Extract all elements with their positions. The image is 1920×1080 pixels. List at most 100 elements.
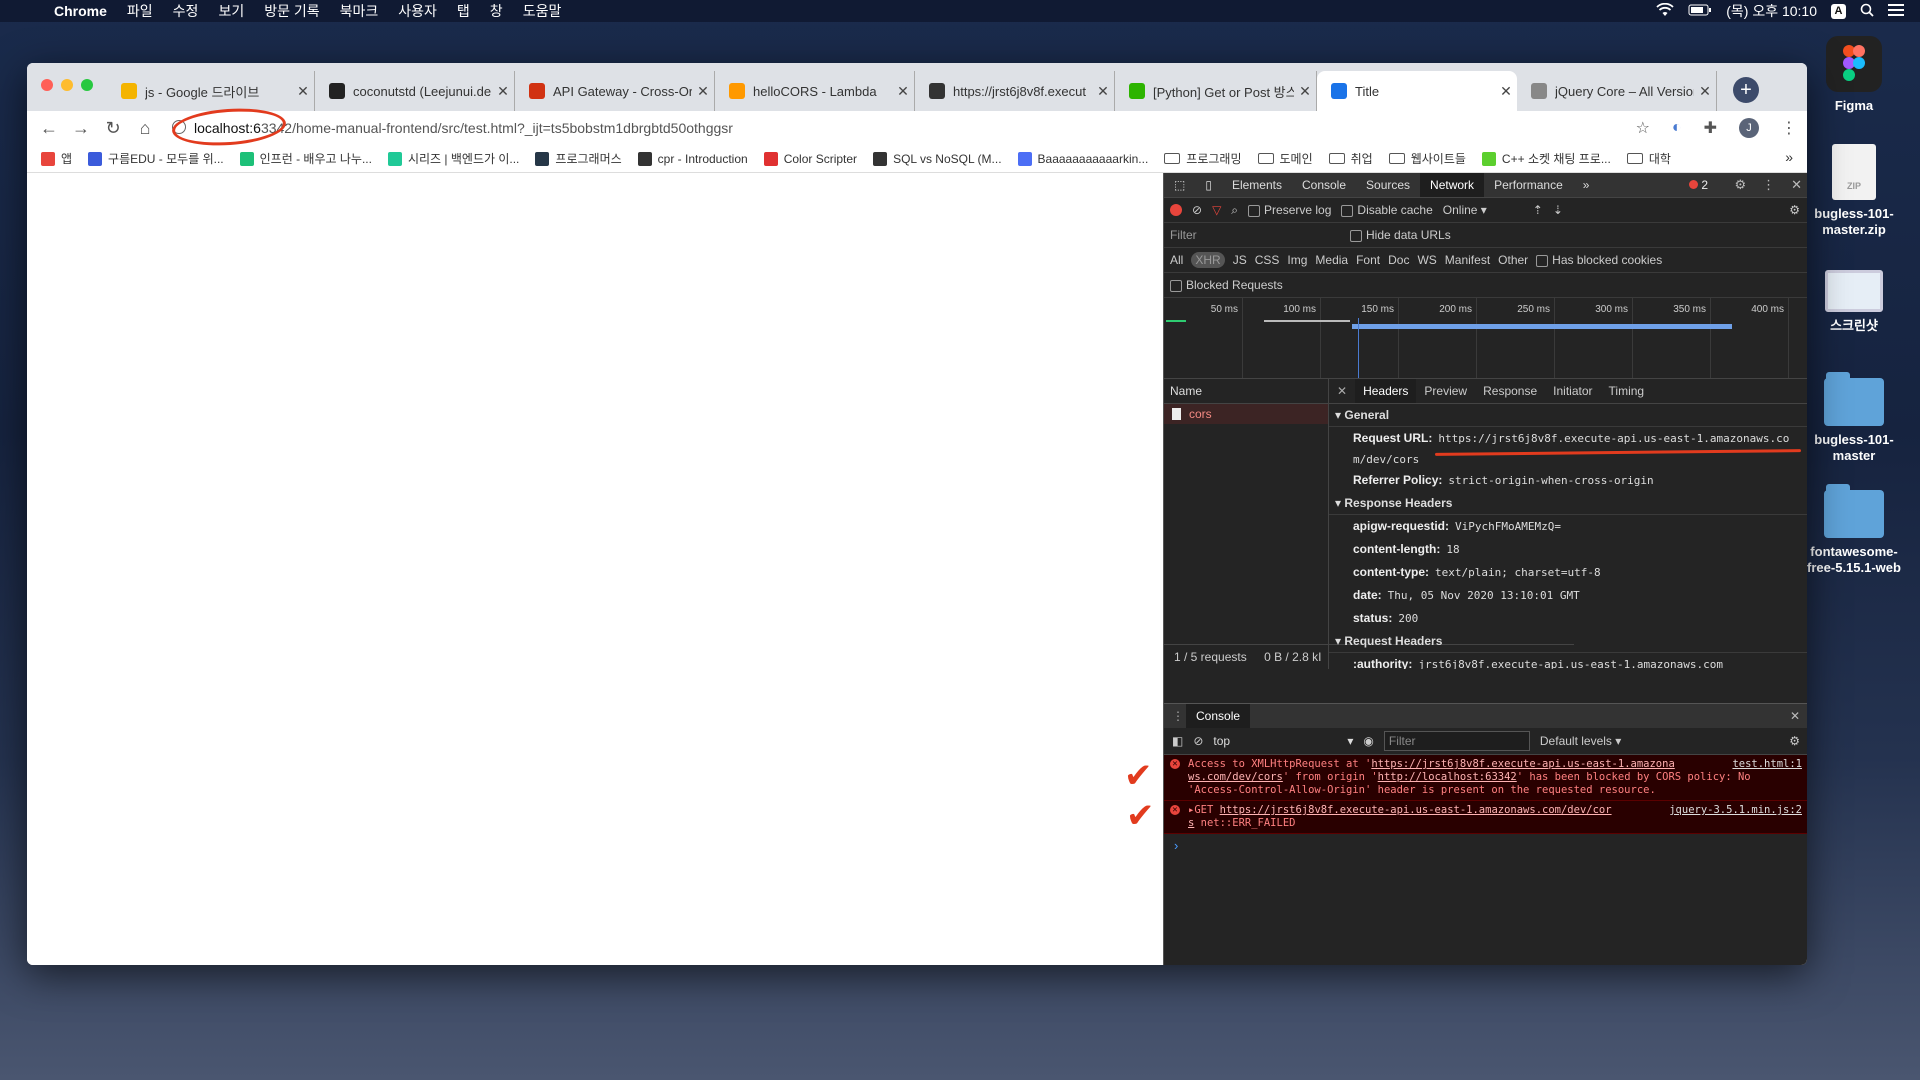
zoom-window-button[interactable] <box>81 79 93 91</box>
drawer-menu-icon[interactable]: ⋮ <box>1172 709 1184 723</box>
close-tab-icon[interactable]: ✕ <box>292 83 314 100</box>
menu-file[interactable]: 파일 <box>127 1 153 21</box>
tab-performance[interactable]: Performance <box>1484 173 1573 197</box>
search-icon[interactable]: ⌕ <box>1231 203 1238 218</box>
network-settings-icon[interactable]: ⚙ <box>1789 203 1800 217</box>
browser-tab[interactable]: API Gateway - Cross-Or ✕ <box>515 71 715 111</box>
bookmark-item[interactable]: 대학 <box>1626 150 1671 167</box>
blocked-requests-checkbox[interactable]: Blocked Requests <box>1170 278 1283 292</box>
device-toolbar-icon[interactable]: ▯ <box>1195 173 1222 197</box>
browser-tab[interactable]: [Python] Get or Post 방스 ✕ <box>1115 71 1317 111</box>
bookmark-item[interactable]: cpr - Introduction <box>637 151 748 166</box>
spotlight-search-icon[interactable] <box>1860 3 1874 20</box>
type-filter-all[interactable]: All <box>1170 253 1183 267</box>
preserve-log-checkbox[interactable]: Preserve log <box>1248 203 1331 217</box>
record-icon[interactable] <box>1170 204 1182 216</box>
console-filter-input[interactable]: Filter <box>1383 731 1530 751</box>
close-tab-icon[interactable]: ✕ <box>892 83 914 100</box>
bookmark-item[interactable]: 프로그래머스 <box>535 150 622 167</box>
close-tab-icon[interactable]: ✕ <box>1092 83 1114 100</box>
browser-tab[interactable]: Title ✕ <box>1317 71 1517 111</box>
desktop-icon-zip[interactable]: ZIP bugless-101-master.zip <box>1804 144 1904 238</box>
minimize-window-button[interactable] <box>61 79 73 91</box>
console-error-failed[interactable]: ✕ jquery-3.5.1.min.js:2 ▸GET https://jrs… <box>1164 801 1807 834</box>
export-har-icon[interactable]: ⇣ <box>1553 203 1563 217</box>
bookmark-item[interactable]: 프로그래밍 <box>1164 150 1242 167</box>
close-tab-icon[interactable]: ✕ <box>1694 83 1716 100</box>
disable-cache-checkbox[interactable]: Disable cache <box>1341 203 1433 217</box>
type-filter-font[interactable]: Font <box>1356 253 1380 267</box>
bookmark-item[interactable]: 웹사이트들 <box>1388 150 1466 167</box>
browser-tab[interactable]: jQuery Core – All Version ✕ <box>1517 71 1717 111</box>
new-tab-button[interactable]: + <box>1733 77 1759 103</box>
type-filter-js[interactable]: JS <box>1233 253 1247 267</box>
name-column-header[interactable]: Name <box>1164 379 1328 404</box>
desktop-icon-folder-bugless[interactable]: bugless-101-master <box>1804 372 1904 464</box>
bookmark-item[interactable]: 구름EDU - 모두를 위... <box>88 150 224 167</box>
live-expression-eye-icon[interactable]: ◉ <box>1363 734 1373 748</box>
close-tab-icon[interactable]: ✕ <box>692 83 714 100</box>
menu-app-name[interactable]: Chrome <box>54 3 107 19</box>
settings-gear-icon[interactable]: ⚙ <box>1734 177 1746 193</box>
tab-console-drawer[interactable]: Console <box>1186 704 1251 728</box>
control-center-icon[interactable] <box>1888 3 1904 19</box>
bookmark-item[interactable]: 인프런 - 배우고 나누... <box>239 150 372 167</box>
tab-initiator[interactable]: Initiator <box>1545 379 1600 403</box>
has-blocked-cookies-checkbox[interactable]: Has blocked cookies <box>1536 253 1662 267</box>
bookmark-item[interactable]: Baaaaaaaaaaarkin... <box>1017 151 1148 166</box>
extensions-puzzle-icon[interactable]: ✚ <box>1704 118 1717 138</box>
bookmark-item[interactable]: SQL vs NoSQL (M... <box>873 151 1002 166</box>
forward-arrow-icon[interactable]: → <box>65 118 97 139</box>
close-tab-icon[interactable]: ✕ <box>1495 83 1517 100</box>
error-count-badge[interactable]: 2 <box>1689 178 1708 192</box>
bookmark-star-icon[interactable]: ☆ <box>1636 118 1650 138</box>
home-icon[interactable]: ⌂ <box>129 118 161 139</box>
clear-icon[interactable]: ⊘ <box>1192 203 1202 217</box>
clear-console-icon[interactable]: ⊘ <box>1193 734 1203 748</box>
type-filter-manifest[interactable]: Manifest <box>1445 253 1490 267</box>
tab-console[interactable]: Console <box>1292 173 1356 197</box>
error-source-link[interactable]: test.html:1 <box>1732 758 1802 771</box>
request-row-cors[interactable]: cors <box>1164 404 1328 424</box>
browser-tab[interactable]: https://jrst6j8v8f.execut ✕ <box>915 71 1115 111</box>
menu-help[interactable]: 도움말 <box>523 1 562 21</box>
log-levels-select[interactable]: Default levels ▾ <box>1540 734 1621 748</box>
filter-input[interactable]: Filter <box>1170 228 1340 242</box>
request-headers-toggle[interactable]: ▾ Request Headers <box>1329 630 1807 653</box>
battery-icon[interactable] <box>1688 3 1712 19</box>
origin-link[interactable]: http://localhost:63342 <box>1378 771 1517 783</box>
reload-icon[interactable]: ↻ <box>97 118 129 139</box>
tab-timing[interactable]: Timing <box>1601 379 1653 403</box>
menu-tab[interactable]: 탭 <box>457 1 470 21</box>
browser-tab[interactable]: helloCORS - Lambda ✕ <box>715 71 915 111</box>
error-url-link-cont[interactable]: ws.com/dev/cors <box>1188 771 1283 783</box>
type-filter-css[interactable]: CSS <box>1255 253 1280 267</box>
devtools-menu-icon[interactable]: ⋮ <box>1762 177 1775 193</box>
type-filter-doc[interactable]: Doc <box>1388 253 1409 267</box>
type-filter-ws[interactable]: WS <box>1417 253 1436 267</box>
browser-tab[interactable]: coconutstd (Leejunui.de ✕ <box>315 71 515 111</box>
console-prompt[interactable]: › <box>1164 838 1807 853</box>
type-filter-media[interactable]: Media <box>1315 253 1348 267</box>
tab-response[interactable]: Response <box>1475 379 1545 403</box>
sidebar-toggle-icon[interactable]: ◧ <box>1172 734 1183 748</box>
close-details-icon[interactable]: ✕ <box>1329 379 1355 403</box>
close-tab-icon[interactable]: ✕ <box>1294 83 1316 100</box>
bookmark-item[interactable]: 시리즈 | 백엔드가 이... <box>387 150 519 167</box>
bookmark-item[interactable]: C++ 소켓 채팅 프로... <box>1481 150 1611 167</box>
menu-window[interactable]: 창 <box>490 1 503 21</box>
menubar-clock[interactable]: (목) 오후 10:10 <box>1726 1 1817 21</box>
import-har-icon[interactable]: ⇡ <box>1533 203 1543 217</box>
console-error-cors[interactable]: ✕ test.html:1 Access to XMLHttpRequest a… <box>1164 755 1807 801</box>
avatar[interactable]: J <box>1739 118 1759 138</box>
menu-view[interactable]: 보기 <box>218 1 244 21</box>
bookmark-item[interactable]: 취업 <box>1328 150 1373 167</box>
tab-sources[interactable]: Sources <box>1356 173 1420 197</box>
type-filter-xhr[interactable]: XHR <box>1191 252 1225 268</box>
error-source-link[interactable]: jquery-3.5.1.min.js:2 <box>1669 804 1802 817</box>
context-select[interactable]: top ▾ <box>1213 734 1353 748</box>
menu-kebab-icon[interactable]: ⋮ <box>1781 118 1797 138</box>
bookmark-item[interactable]: 도메인 <box>1257 150 1313 167</box>
menu-bookmarks[interactable]: 북마크 <box>340 1 379 21</box>
type-filter-other[interactable]: Other <box>1498 253 1528 267</box>
